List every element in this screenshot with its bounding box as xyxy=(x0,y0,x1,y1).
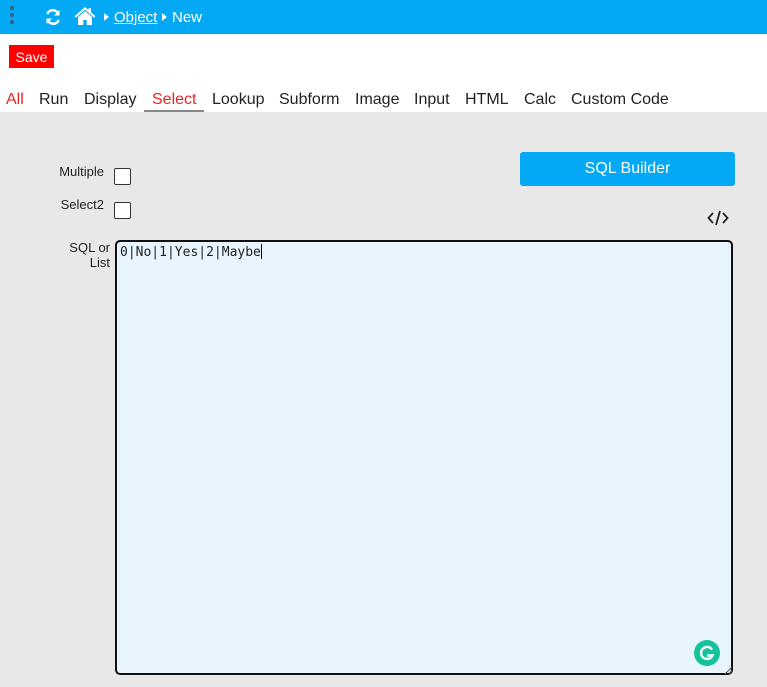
tab-run[interactable]: Run xyxy=(39,91,68,109)
grammarly-icon[interactable] xyxy=(694,640,720,666)
tab-input[interactable]: Input xyxy=(414,91,450,109)
breadcrumb-current: New xyxy=(172,9,203,26)
tab-lookup[interactable]: Lookup xyxy=(212,91,265,109)
sql-or-list-value: 0|No|1|Yes|2|Maybe xyxy=(120,245,261,260)
kebab-menu-icon[interactable] xyxy=(9,6,15,26)
text-cursor xyxy=(260,244,262,259)
sql-or-list-textarea[interactable]: 0|No|1|Yes|2|Maybe xyxy=(115,240,733,675)
save-button[interactable]: Save xyxy=(9,45,54,68)
home-icon[interactable] xyxy=(74,6,96,26)
select2-checkbox[interactable] xyxy=(114,202,131,219)
caret-right-icon xyxy=(162,13,167,21)
tab-select[interactable]: Select xyxy=(144,91,205,112)
tab-display[interactable]: Display xyxy=(84,91,136,109)
tab-subform[interactable]: Subform xyxy=(279,91,339,109)
select2-label: Select2 xyxy=(60,197,104,212)
code-icon[interactable] xyxy=(707,209,729,227)
sql-or-list-label: SQL or List xyxy=(69,240,110,270)
multiple-checkbox[interactable] xyxy=(114,168,131,185)
tab-all[interactable]: All xyxy=(6,91,24,109)
resize-grip-icon[interactable] xyxy=(723,665,733,675)
sql-builder-button[interactable]: SQL Builder xyxy=(520,152,735,186)
tab-custom-code[interactable]: Custom Code xyxy=(571,91,669,109)
tab-calc[interactable]: Calc xyxy=(524,91,556,109)
refresh-icon[interactable] xyxy=(44,8,62,26)
top-bar: Object New xyxy=(0,0,767,34)
breadcrumb-object-link[interactable]: Object xyxy=(114,9,157,26)
tab-html[interactable]: HTML xyxy=(465,91,509,109)
multiple-label: Multiple xyxy=(59,164,104,179)
tab-bar: All Run Display Select Lookup Subform Im… xyxy=(0,88,767,113)
caret-right-icon xyxy=(104,13,109,21)
tab-image[interactable]: Image xyxy=(355,91,399,109)
